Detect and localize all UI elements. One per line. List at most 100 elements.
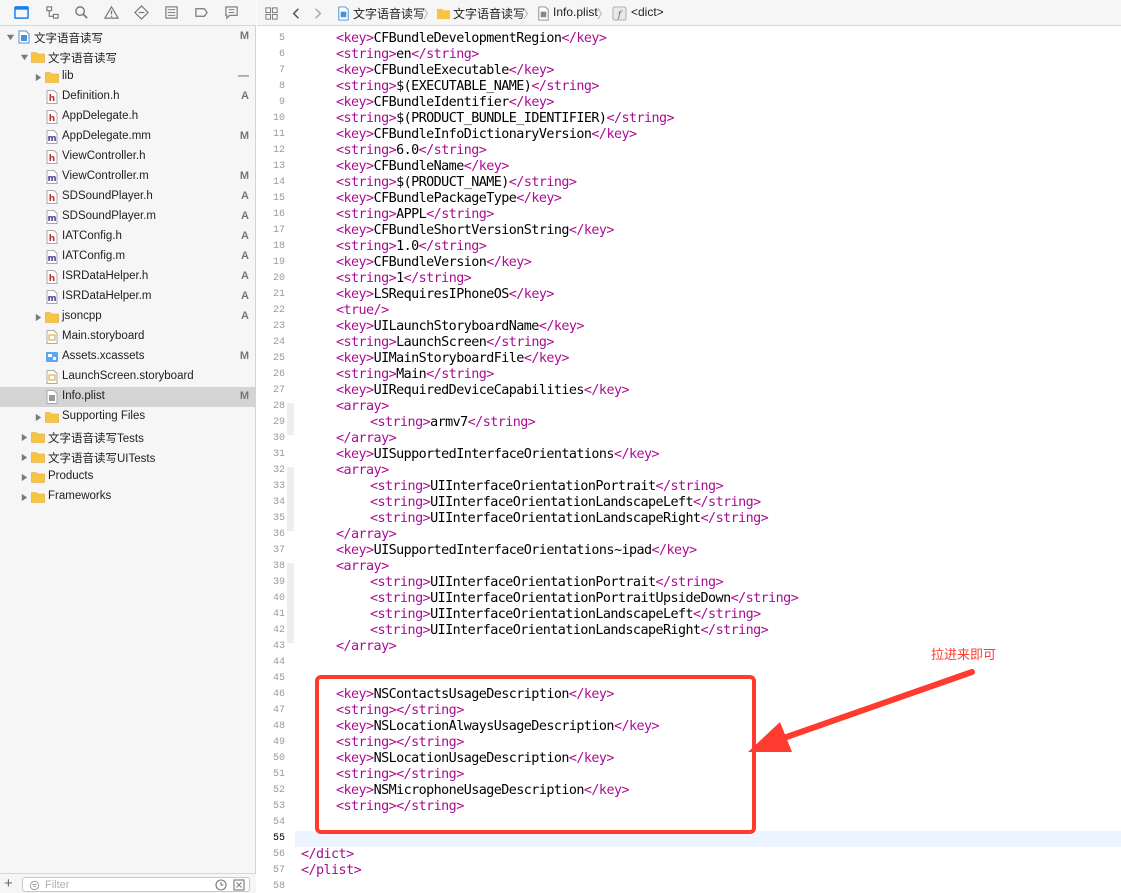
- find-navigator-icon[interactable]: [73, 4, 89, 20]
- file-tree-label: LaunchScreen.storyboard: [62, 370, 194, 382]
- code-line: <string>$(PRODUCT_NAME)</string>: [336, 175, 577, 191]
- line-number: 9: [278, 97, 285, 108]
- source-control-filter-icon[interactable]: [233, 879, 245, 891]
- file-tree-row[interactable]: 文字语音读写 M: [0, 27, 256, 47]
- filter-field[interactable]: [22, 877, 250, 892]
- file-tree-label: 文字语音读写: [34, 33, 103, 45]
- xml-tag-token: </string>: [655, 479, 724, 494]
- line-number: 24: [272, 337, 285, 348]
- line-number: 41: [272, 609, 285, 620]
- file-tree-row[interactable]: m ViewController.m M: [0, 167, 256, 187]
- test-navigator-icon[interactable]: [133, 4, 149, 20]
- line-number: 7: [278, 65, 285, 76]
- forward-arrow-icon[interactable]: [309, 5, 325, 21]
- source-file-icon: m: [45, 250, 59, 264]
- disclosure-closed-icon[interactable]: [19, 472, 29, 482]
- line-number: 27: [272, 385, 285, 396]
- fold-marker[interactable]: [287, 467, 294, 531]
- disclosure-closed-icon[interactable]: [33, 412, 43, 422]
- xml-text-token: LSRequiresIPhoneOS: [373, 287, 510, 302]
- file-tree-row[interactable]: m ISRDataHelper.m A: [0, 287, 256, 307]
- back-arrow-icon[interactable]: [288, 5, 304, 21]
- file-tree-row[interactable]: h Definition.h A: [0, 87, 256, 107]
- disclosure-closed-icon[interactable]: [33, 72, 43, 82]
- issue-navigator-icon[interactable]: [103, 4, 119, 20]
- file-tree-row[interactable]: Assets.xcassets M: [0, 347, 256, 367]
- symbol-navigator-icon[interactable]: [44, 4, 60, 20]
- related-items-icon[interactable]: [263, 5, 279, 21]
- breadcrumb-symbol[interactable]: <dict>: [631, 5, 664, 19]
- disclosure-closed-icon[interactable]: [19, 452, 29, 462]
- file-tree-row[interactable]: Products: [0, 467, 256, 487]
- svg-text:m: m: [48, 174, 57, 184]
- file-tree-row[interactable]: m AppDelegate.mm M: [0, 127, 256, 147]
- file-tree-row[interactable]: h ISRDataHelper.h A: [0, 267, 256, 287]
- file-tree-row[interactable]: Supporting Files: [0, 407, 256, 427]
- fold-marker[interactable]: [287, 403, 294, 435]
- xml-text-token: UIInterfaceOrientationLandscapeLeft: [430, 607, 694, 622]
- storyboard-icon: [45, 370, 59, 384]
- xml-tag-token: <string>: [336, 239, 397, 254]
- disclosure-closed-icon[interactable]: [33, 312, 43, 322]
- xml-tag-token: </string>: [730, 591, 799, 606]
- source-control-status-badge: M: [239, 390, 249, 402]
- line-number: 38: [272, 561, 285, 572]
- filter-icon: [29, 880, 40, 891]
- add-file-button[interactable]: +: [4, 875, 13, 892]
- debug-navigator-icon[interactable]: [163, 4, 179, 20]
- recent-files-icon[interactable]: [215, 879, 227, 891]
- file-tree-row[interactable]: m SDSoundPlayer.m A: [0, 207, 256, 227]
- xml-tag-token: <key>: [336, 351, 374, 366]
- disclosure-open-icon[interactable]: [5, 32, 15, 42]
- file-tree-row[interactable]: lib —: [0, 67, 256, 87]
- xml-text-token: UISupportedInterfaceOrientations~ipad: [373, 543, 653, 558]
- file-tree-label: AppDelegate.mm: [62, 130, 151, 142]
- disclosure-closed-icon[interactable]: [19, 432, 29, 442]
- breakpoint-navigator-icon[interactable]: [193, 4, 209, 20]
- file-tree-row[interactable]: h ViewController.h: [0, 147, 256, 167]
- source-control-status-badge: A: [241, 250, 249, 262]
- report-navigator-icon[interactable]: [223, 4, 239, 20]
- plist-file-icon: [45, 390, 59, 404]
- file-tree-row[interactable]: 文字语音读写: [0, 47, 256, 67]
- xml-tag-token: <string>: [336, 367, 397, 382]
- filter-input[interactable]: [45, 878, 205, 891]
- file-tree-row[interactable]: jsoncpp A: [0, 307, 256, 327]
- breadcrumb-group[interactable]: 文字语音读写: [453, 5, 525, 22]
- file-tree-row[interactable]: 文字语音读写UITests: [0, 447, 256, 467]
- file-tree-row[interactable]: m IATConfig.m A: [0, 247, 256, 267]
- header-file-icon: h: [45, 270, 59, 284]
- line-number: 42: [272, 625, 285, 636]
- disclosure-open-icon[interactable]: [19, 52, 29, 62]
- file-tree-row[interactable]: h SDSoundPlayer.h A: [0, 187, 256, 207]
- disclosure-closed-icon[interactable]: [19, 492, 29, 502]
- file-tree-row[interactable]: h AppDelegate.h: [0, 107, 256, 127]
- code-line: <key>UISupportedInterfaceOrientations~ip…: [336, 543, 697, 559]
- line-number: 15: [272, 193, 285, 204]
- file-tree-row[interactable]: 文字语音读写Tests: [0, 427, 256, 447]
- svg-text:m: m: [48, 134, 57, 144]
- code-folding-ribbon[interactable]: [287, 27, 295, 893]
- file-tree-row[interactable]: LaunchScreen.storyboard: [0, 367, 256, 387]
- line-number: 40: [272, 593, 285, 604]
- xml-tag-token: </key>: [486, 255, 532, 270]
- file-tree-row[interactable]: Frameworks: [0, 487, 256, 507]
- xml-tag-token: </array>: [336, 431, 397, 446]
- source-control-status-badge: A: [241, 290, 249, 302]
- xml-tag-token: <key>: [336, 319, 374, 334]
- file-tree-label: Products: [48, 470, 94, 482]
- xml-tag-token: </key>: [591, 127, 637, 142]
- xml-tag-token: </string>: [531, 79, 599, 94]
- file-tree-row[interactable]: Info.plist M: [0, 387, 256, 407]
- code-line: <string>UIInterfaceOrientationPortraitUp…: [370, 591, 799, 607]
- xml-text-token: UIRequiredDeviceCapabilities: [373, 383, 585, 398]
- source-control-status-badge: M: [239, 350, 249, 362]
- file-tree-row[interactable]: Main.storyboard: [0, 327, 256, 347]
- project-navigator-icon[interactable]: [13, 4, 29, 20]
- code-line: <string>APPL</string>: [336, 207, 494, 223]
- file-tree-row[interactable]: h IATConfig.h A: [0, 227, 256, 247]
- breadcrumb-project[interactable]: 文字语音读写: [353, 5, 425, 22]
- breadcrumb-file[interactable]: Info.plist: [553, 5, 598, 19]
- fold-marker[interactable]: [287, 563, 294, 643]
- file-tree-label: ISRDataHelper.m: [62, 290, 152, 302]
